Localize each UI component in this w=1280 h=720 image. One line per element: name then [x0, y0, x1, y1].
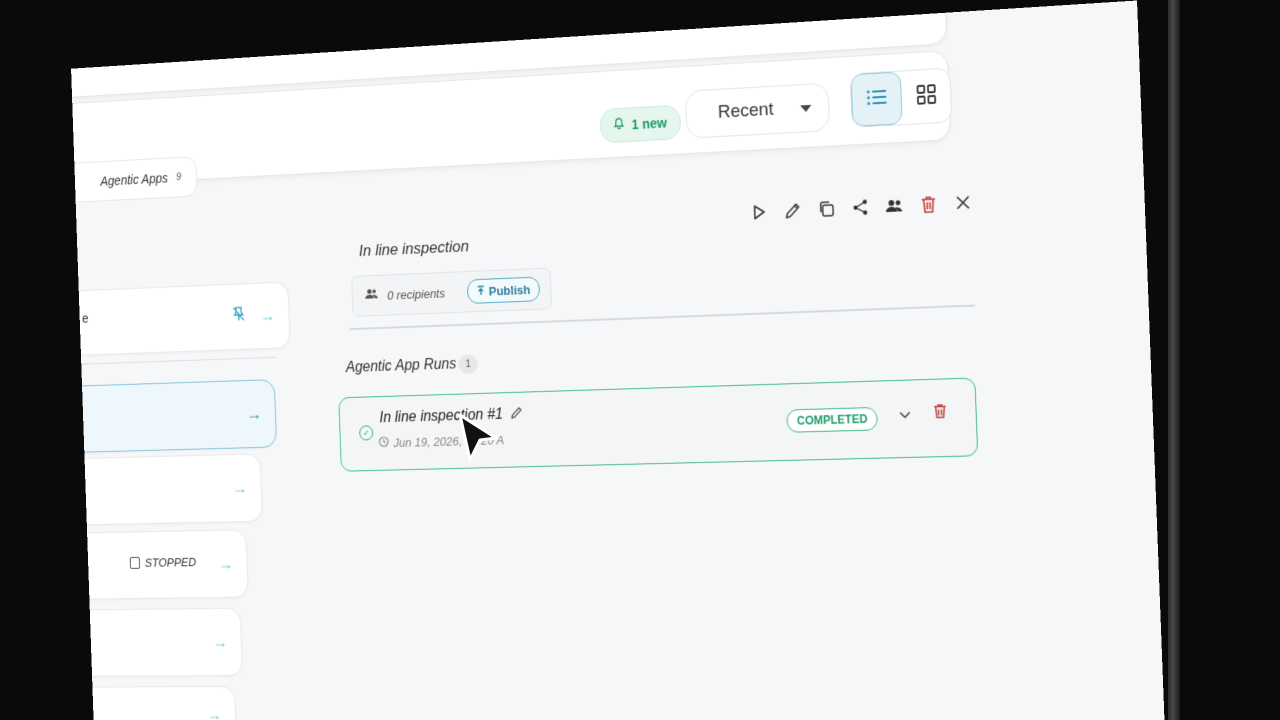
arrow-right-icon[interactable]: → [246, 404, 262, 424]
recipients-label: 0 recipients [387, 286, 445, 302]
pin-off-icon[interactable] [232, 306, 244, 324]
share-icon[interactable] [850, 197, 870, 217]
play-icon[interactable] [750, 202, 769, 222]
users-icon [364, 287, 378, 304]
new-count-label: 1 new [631, 115, 667, 132]
mouse-cursor-icon [456, 412, 500, 464]
run-row[interactable]: ✓ In line inspection #1 Jun 19, 2026, 10… [338, 377, 978, 471]
agentic-apps-label: Agentic Apps [100, 170, 168, 188]
runs-count-badge: 1 [458, 354, 478, 373]
monitor-bezel [1168, 0, 1180, 720]
publish-button[interactable]: Publish [467, 276, 540, 303]
status-badge: COMPLETED [786, 407, 878, 433]
runs-section-title: Agentic App Runs [346, 356, 457, 377]
action-bar [750, 192, 973, 222]
status-badge: STOPPED [130, 555, 197, 570]
new-notification-pill[interactable]: 1 new [599, 105, 681, 144]
check-circle-icon: ✓ [359, 425, 373, 440]
list-icon [866, 88, 888, 110]
trash-icon[interactable] [933, 403, 947, 423]
copy-icon[interactable] [817, 199, 836, 219]
publish-icon [477, 284, 485, 298]
list-item-selected[interactable]: → [71, 379, 277, 454]
edit-icon[interactable] [783, 200, 802, 220]
app-screen: Agentic Apps 9 1 new Recent e → → → STOP… [71, 0, 1164, 720]
publish-label: Publish [489, 282, 531, 298]
sort-select[interactable]: Recent [685, 82, 830, 138]
chevron-down-icon[interactable] [899, 406, 911, 422]
list-view-button[interactable] [851, 71, 903, 126]
arrow-right-icon[interactable]: → [212, 632, 228, 651]
arrow-right-icon[interactable]: → [206, 705, 222, 720]
caret-down-icon [800, 104, 811, 111]
list-item[interactable]: → [71, 686, 237, 720]
arrow-right-icon[interactable]: → [232, 478, 248, 498]
list-item[interactable]: → [71, 453, 263, 526]
bell-icon [613, 117, 624, 133]
recipients-box: 0 recipients Publish [351, 268, 552, 317]
users-icon[interactable] [884, 196, 904, 216]
grid-view-button[interactable] [901, 69, 952, 125]
divider [71, 357, 276, 367]
list-item-label: e [82, 311, 89, 326]
arrow-right-icon[interactable]: → [218, 554, 234, 574]
grid-icon [916, 84, 936, 110]
edit-icon[interactable] [510, 406, 523, 422]
list-item[interactable]: e → [71, 281, 290, 357]
sort-selected-label: Recent [718, 99, 774, 123]
list-item[interactable]: STOPPED → [71, 529, 248, 600]
monitor: Agentic Apps 9 1 new Recent e → → → STOP… [0, 0, 1280, 720]
page-title: In line inspection [359, 237, 470, 261]
clock-icon [378, 436, 389, 450]
trash-icon[interactable] [919, 194, 939, 214]
list-item[interactable]: → [71, 608, 243, 677]
agentic-apps-chip[interactable]: Agentic Apps 9 [71, 156, 198, 203]
agentic-apps-count: 9 [176, 172, 181, 183]
status-label: STOPPED [145, 555, 197, 570]
stop-icon [130, 557, 140, 569]
close-icon[interactable] [953, 192, 973, 213]
arrow-right-icon[interactable]: → [259, 306, 275, 326]
view-toggle [850, 68, 953, 128]
